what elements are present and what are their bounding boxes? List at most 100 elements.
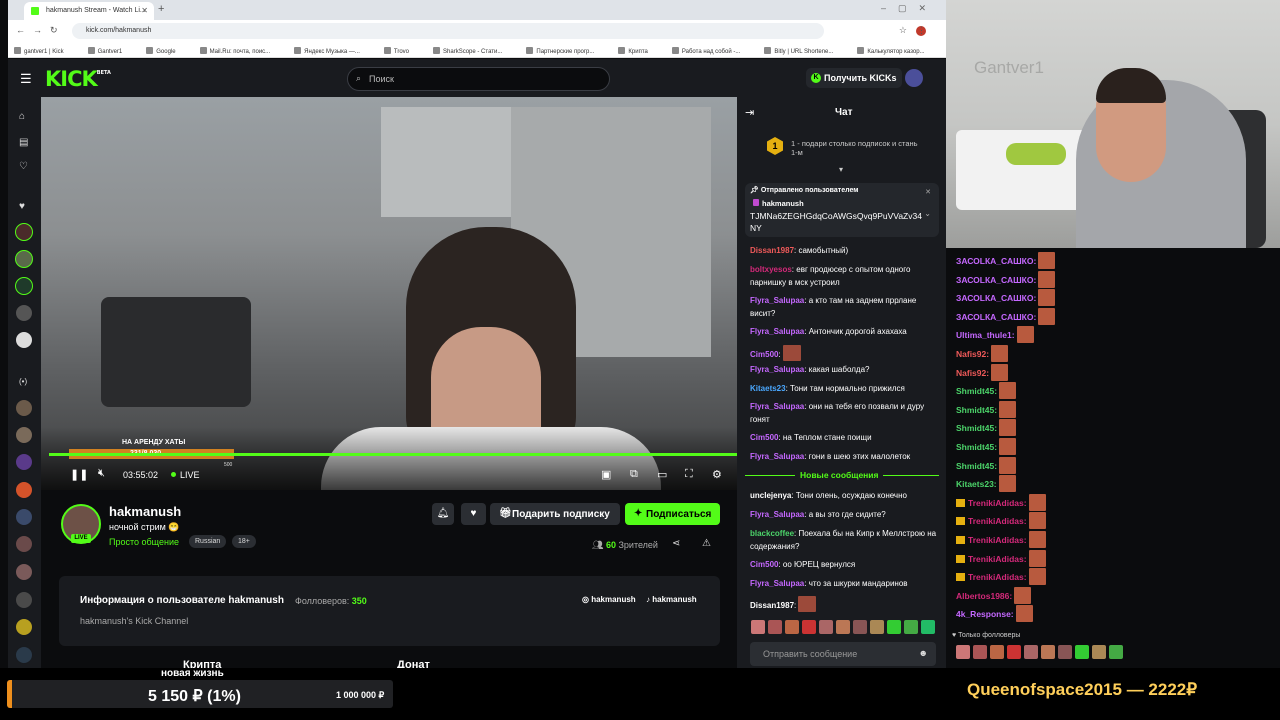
pause-icon[interactable]: ❚❚	[70, 468, 88, 481]
bookmark-item[interactable]: SharkScope - Стати...	[433, 47, 514, 55]
seek-bar[interactable]	[49, 453, 737, 456]
chat-username[interactable]: Flyra_Salupaa	[750, 579, 804, 588]
emote-icon[interactable]	[802, 620, 816, 634]
browse-icon[interactable]: ▤	[19, 137, 28, 148]
emote-icon[interactable]	[768, 620, 782, 634]
channel-name[interactable]: hakmanush	[109, 504, 181, 519]
bookmark-item[interactable]: gantver1 | Kick	[14, 47, 76, 55]
bookmark-item[interactable]: Mail.Ru: почта, поис...	[199, 47, 283, 55]
notification-bell-button[interactable]: 🔔︎	[432, 503, 454, 525]
chat-username[interactable]: Cim500	[750, 350, 778, 359]
bookmark-item[interactable]: Работа над собой -...	[671, 47, 752, 55]
pip-icon[interactable]: ▣	[601, 468, 611, 481]
settings-icon[interactable]: ⚙	[712, 468, 722, 481]
bookmark-item[interactable]: Gantver1	[87, 47, 135, 55]
bookmark-item[interactable]: Trovo	[383, 47, 421, 55]
emote-icon[interactable]	[904, 620, 918, 634]
bookmark-item[interactable]: Bitly | URL Shortene...	[764, 47, 845, 55]
collapse-chat-icon[interactable]: ⇥	[745, 106, 754, 119]
tag-language[interactable]: Russian	[189, 535, 227, 548]
recommended-channel-avatar[interactable]	[15, 453, 33, 471]
bookmark-item[interactable]: Партнерские прогр...	[526, 47, 606, 55]
recommended-channel-avatar[interactable]	[15, 508, 33, 526]
recommended-channel-avatar[interactable]	[15, 535, 33, 553]
browser-tab[interactable]: hakmanush Stream - Watch Li... ✕	[24, 2, 154, 20]
gift-sub-button[interactable]: 🎁︎ Подарить подписку	[490, 503, 620, 525]
video-player[interactable]: НА АРЕНДУ ХАТЫ 231/8 030 500 ❚❚ 🔇︎ 03:55…	[41, 97, 737, 490]
chat-username[interactable]: Cim500	[750, 560, 778, 569]
followed-channel-avatar[interactable]	[15, 250, 33, 268]
emote-icon[interactable]	[751, 620, 765, 634]
chat-username[interactable]: blackcoffee	[750, 529, 794, 538]
bookmark-item[interactable]: Google	[146, 47, 187, 55]
subscribe-button[interactable]: ✦ Подписаться	[625, 503, 720, 525]
emote-icon[interactable]	[785, 620, 799, 634]
theater-icon[interactable]: ▭	[657, 468, 667, 481]
home-icon[interactable]: ⌂	[19, 111, 25, 122]
emote-icon[interactable]	[870, 620, 884, 634]
recommended-channel-avatar[interactable]	[15, 646, 33, 664]
search-input[interactable]: ⌕ Поиск	[347, 67, 610, 91]
bookmark-item[interactable]: Яндекс Музыка —...	[294, 47, 372, 55]
mute-icon[interactable]: 🔇︎	[98, 467, 105, 480]
chevron-down-icon[interactable]: ▾	[839, 165, 843, 174]
emote-icon[interactable]	[836, 620, 850, 634]
instagram-link[interactable]: ◎ hakmanush	[582, 595, 636, 604]
recommended-channel-avatar[interactable]	[15, 618, 33, 636]
tag-age[interactable]: 18+	[232, 535, 256, 548]
stream-category[interactable]: Просто общение	[109, 537, 179, 547]
tiktok-link[interactable]: ♪ hakmanush	[646, 595, 697, 604]
report-icon[interactable]: ⚠	[702, 538, 711, 549]
kick-logo[interactable]: KICKBETA	[45, 67, 111, 91]
bookmark-item[interactable]: Калькулятор казор...	[857, 47, 936, 55]
chat-username[interactable]: Flyra_Salupaa	[750, 327, 804, 336]
chat-username[interactable]: boltxyesos	[750, 265, 792, 274]
new-messages-label[interactable]: Новые сообщения	[795, 470, 884, 480]
unpin-icon[interactable]: ✕	[925, 188, 931, 196]
recommended-channel-avatar[interactable]	[15, 563, 33, 581]
bookmark-item[interactable]: Крипта	[618, 47, 659, 55]
chat-input[interactable]: Отправить сообщение ☻	[750, 642, 936, 666]
chat-username[interactable]: Dissan1987	[750, 601, 794, 610]
emoji-picker-icon[interactable]: ☻	[919, 648, 928, 658]
followed-channel-avatar[interactable]	[15, 277, 33, 295]
emote-icon[interactable]	[921, 620, 935, 634]
clip-icon[interactable]: ⧉	[630, 468, 638, 481]
chat-username[interactable]: Flyra_Salupaa	[750, 402, 804, 411]
menu-icon[interactable]: ☰	[20, 71, 32, 87]
new-tab-icon[interactable]: +	[158, 3, 164, 15]
user-avatar[interactable]	[905, 69, 923, 87]
chat-username[interactable]: unclejenya	[750, 491, 791, 500]
nav-buttons[interactable]: ←→↻	[16, 25, 66, 36]
emote-bar[interactable]	[751, 620, 941, 638]
window-controls[interactable]: –▢✕	[881, 3, 938, 14]
extension-icons[interactable]: ☆⋮	[899, 25, 936, 36]
chat-username[interactable]: Flyra_Salupaa	[750, 365, 804, 374]
live-indicator[interactable]: LIVE	[171, 470, 200, 480]
recommended-channel-avatar[interactable]	[15, 591, 33, 609]
chat-username[interactable]: Flyra_Salupaa	[750, 510, 804, 519]
chat-username[interactable]: Dissan1987	[750, 246, 794, 255]
url-field[interactable]: kick.com/hakmanush	[72, 23, 824, 39]
followed-channel-avatar[interactable]	[15, 223, 33, 241]
favorites-icon[interactable]: ♥	[19, 201, 25, 212]
recommended-channel-avatar[interactable]	[15, 426, 33, 444]
followed-channel-avatar[interactable]	[15, 304, 33, 322]
followed-channel-avatar[interactable]	[15, 331, 33, 349]
emote-icon[interactable]	[819, 620, 833, 634]
chat-username[interactable]: Flyra_Salupaa	[750, 452, 804, 461]
chat-username[interactable]: Kitaets23	[750, 384, 786, 393]
close-tab-icon[interactable]: ✕	[141, 6, 148, 15]
chat-username[interactable]: Flyra_Salupaa	[750, 296, 804, 305]
follow-button[interactable]: ♥	[461, 503, 486, 525]
expand-pinned-icon[interactable]: ⌄	[924, 209, 931, 218]
emote-icon[interactable]	[887, 620, 901, 634]
pinned-user[interactable]: hakmanush	[762, 199, 804, 208]
share-icon[interactable]: ⋖	[672, 538, 680, 549]
recommended-channel-avatar[interactable]	[15, 481, 33, 499]
fullscreen-icon[interactable]: ⛶	[685, 468, 693, 481]
gift-promo-text[interactable]: 1 - подари столько подписок и стань 1-м	[791, 139, 921, 157]
chat-username[interactable]: Cim500	[750, 433, 778, 442]
get-kicks-button[interactable]: K Получить KICKs	[806, 68, 902, 88]
emote-icon[interactable]	[853, 620, 867, 634]
